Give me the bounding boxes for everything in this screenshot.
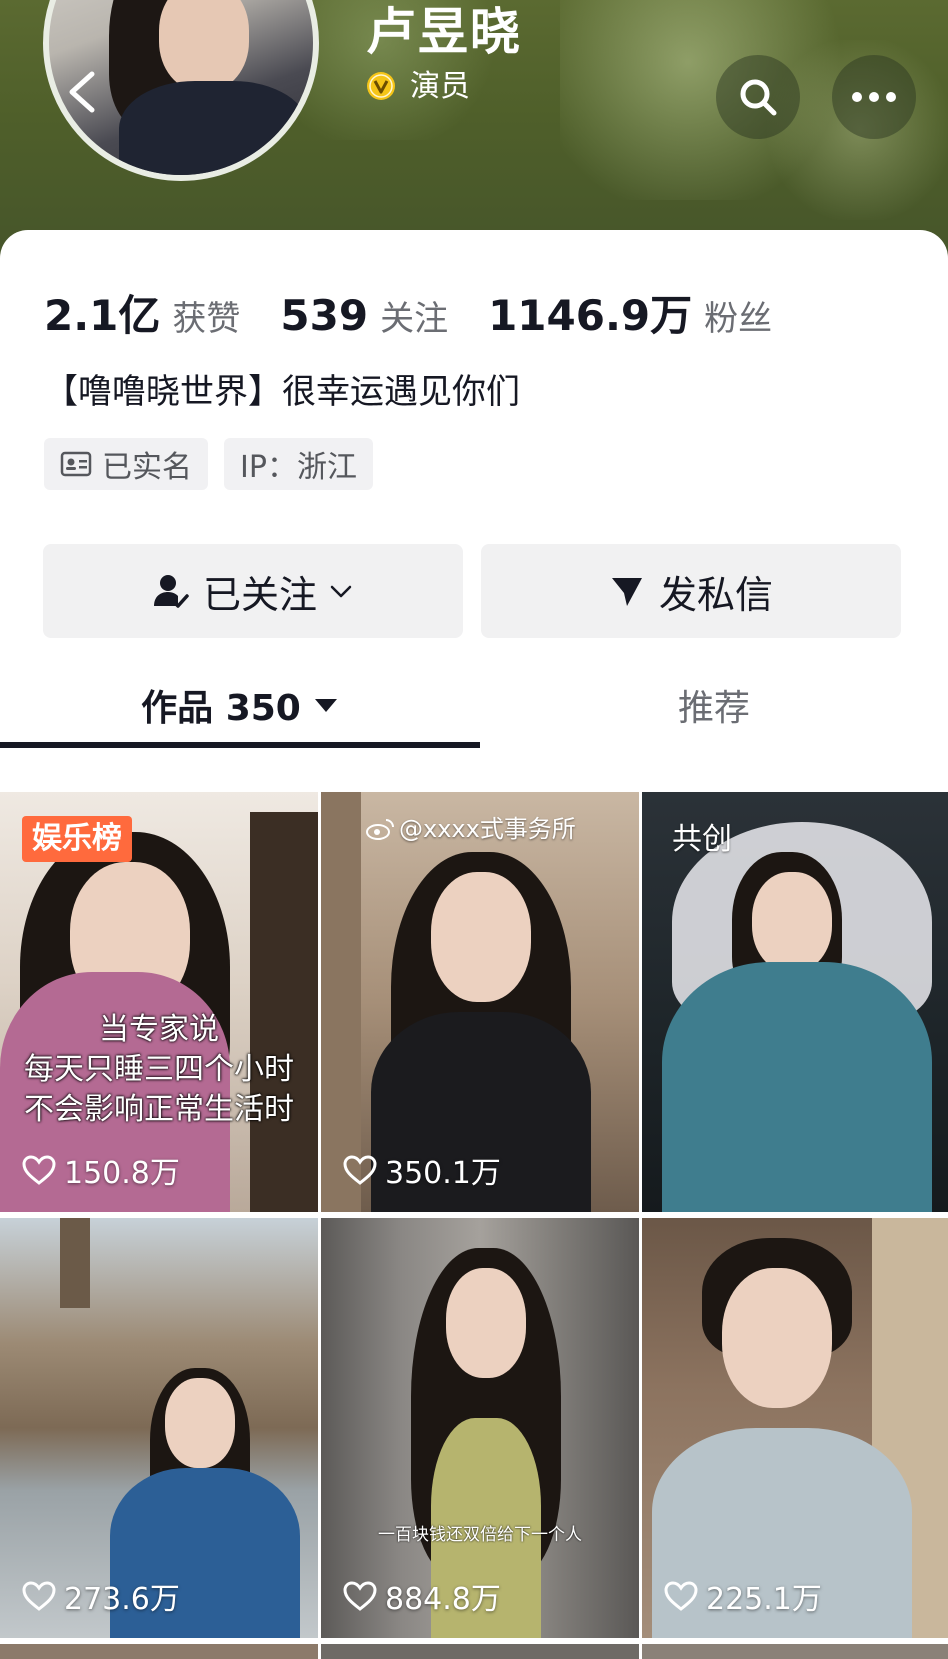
followers-label[interactable]: 粉丝 xyxy=(704,291,772,340)
co-create-badge: 共创 xyxy=(672,822,732,857)
profile-tags: 已实名 IP：浙江 xyxy=(44,438,373,490)
followers-count[interactable]: 1146.9万 xyxy=(488,282,692,343)
profile-header: 卢昱晓 演员 xyxy=(0,0,948,260)
video-likes-count: 225.1万 xyxy=(706,1582,822,1617)
video-tile[interactable]: 娱乐榜 当专家说 每天只睡三四个小时 不会影响正常生活时 150.8万 xyxy=(0,792,318,1212)
video-tile[interactable]: 一百块钱还双倍给下一个人 884.8万 xyxy=(321,1218,639,1638)
more-button[interactable] xyxy=(832,55,916,139)
verified-tag-label: 已实名 xyxy=(102,450,192,485)
caret-down-icon xyxy=(314,699,337,712)
video-likes-count: 273.6万 xyxy=(64,1582,180,1617)
video-subtitle: 一百块钱还双倍给下一个人 xyxy=(378,1525,582,1545)
video-caption-line: 当专家说 xyxy=(99,1012,219,1047)
video-likes-count: 884.8万 xyxy=(385,1582,501,1617)
heart-icon xyxy=(22,1155,56,1185)
video-likes-count: 150.8万 xyxy=(64,1156,180,1191)
video-caption-line: 不会影响正常生活时 xyxy=(24,1092,294,1127)
video-tile[interactable]: 共创 xyxy=(642,792,948,1212)
heart-icon xyxy=(343,1155,377,1185)
heart-icon xyxy=(22,1581,56,1611)
video-tile[interactable]: 273.6万 xyxy=(0,1218,318,1638)
video-likes: 884.8万 xyxy=(343,1574,501,1618)
likes-label[interactable]: 获赞 xyxy=(172,291,240,340)
stats-row: 2.1亿 获赞 539 关注 1146.9万 粉丝 xyxy=(44,282,812,343)
id-card-icon xyxy=(60,451,92,477)
weibo-watermark: @xxxx式事务所 xyxy=(365,814,576,844)
tab-works-label: 作品 350 xyxy=(141,688,301,729)
more-dots-icon xyxy=(852,92,896,102)
follow-button-label: 已关注 xyxy=(202,572,317,617)
weibo-icon xyxy=(366,819,394,840)
ip-tag-label: IP：浙江 xyxy=(240,450,357,485)
search-icon xyxy=(740,79,777,116)
video-likes: 273.6万 xyxy=(22,1574,180,1618)
verified-tag: 已实名 xyxy=(44,438,208,490)
video-likes: 350.1万 xyxy=(343,1148,501,1192)
heart-icon xyxy=(343,1581,377,1611)
following-label[interactable]: 关注 xyxy=(380,291,448,340)
active-tab-indicator xyxy=(0,742,480,748)
hot-list-badge: 娱乐榜 xyxy=(22,816,132,862)
video-likes-count: 350.1万 xyxy=(385,1156,501,1191)
follow-button[interactable]: 已关注 xyxy=(43,544,463,638)
tab-recommend-label: 推荐 xyxy=(677,688,750,729)
video-caption-line: 每天只睡三四个小时 xyxy=(24,1052,294,1087)
verified-badge-icon xyxy=(367,72,395,100)
profile-role: 演员 xyxy=(410,69,470,104)
profile-name: 卢昱晓 xyxy=(366,3,522,61)
message-button-label: 发私信 xyxy=(658,572,773,617)
user-check-icon xyxy=(153,575,189,608)
video-tile[interactable]: @xxxx式事务所 350.1万 xyxy=(321,792,639,1212)
back-arrow-icon[interactable] xyxy=(62,70,102,114)
chevron-down-icon xyxy=(330,585,352,598)
following-count[interactable]: 539 xyxy=(280,291,368,340)
video-tile[interactable] xyxy=(0,1644,318,1659)
video-tile[interactable] xyxy=(321,1644,639,1659)
content-tabs: 作品 350 推荐 xyxy=(0,660,948,750)
video-likes: 225.1万 xyxy=(664,1574,822,1618)
video-tile[interactable]: 225.1万 xyxy=(642,1218,948,1638)
video-tile[interactable] xyxy=(642,1644,948,1659)
send-icon xyxy=(611,578,642,606)
message-button[interactable]: 发私信 xyxy=(481,544,901,638)
tab-recommend[interactable]: 推荐 xyxy=(480,660,948,750)
video-likes: 150.8万 xyxy=(22,1148,180,1192)
tab-works[interactable]: 作品 350 xyxy=(0,660,480,750)
ip-tag: IP：浙江 xyxy=(224,438,373,490)
heart-icon xyxy=(664,1581,698,1611)
watermark-text: @xxxx式事务所 xyxy=(399,815,576,843)
likes-count: 2.1亿 xyxy=(44,291,161,340)
search-button[interactable] xyxy=(716,55,800,139)
profile-bio: 【噜噜晓世界】很幸运遇见你们 xyxy=(44,372,520,412)
